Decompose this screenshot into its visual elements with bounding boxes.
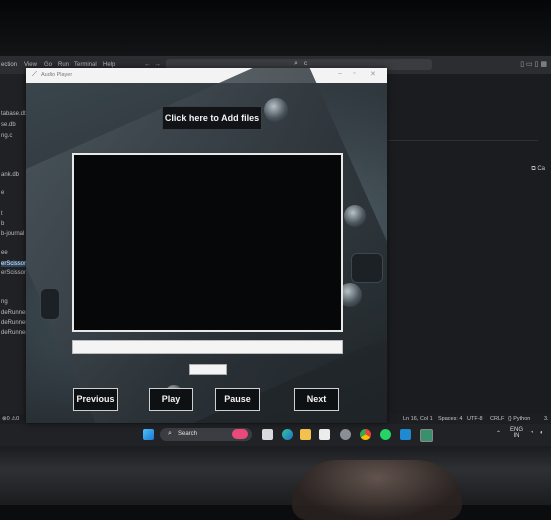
explorer-file[interactable]: ank.db xyxy=(1,172,19,178)
windows-start-icon[interactable] xyxy=(143,429,154,440)
next-button[interactable]: Next xyxy=(294,388,339,411)
explorer-file[interactable]: tabase.db xyxy=(1,111,27,117)
player-background: Click here to Add files Previous Play Pa… xyxy=(26,68,387,423)
background-knob xyxy=(344,205,366,227)
eol-setting[interactable]: CRLF xyxy=(490,416,504,422)
copilot-chat-button[interactable]: ⧉ Ca xyxy=(531,166,545,173)
tray-chevron-icon[interactable]: ⌃ xyxy=(496,430,501,437)
previous-button[interactable]: Previous xyxy=(73,388,118,411)
task-view-icon[interactable] xyxy=(262,429,273,440)
chrome-icon[interactable] xyxy=(360,429,371,440)
explorer-file[interactable]: b xyxy=(1,221,4,227)
edge-icon[interactable] xyxy=(282,429,293,440)
search-icon: ⌕ xyxy=(294,60,298,67)
whatsapp-icon[interactable] xyxy=(380,429,391,440)
wifi-icon[interactable]: ◔ xyxy=(530,430,534,436)
python-app-icon[interactable] xyxy=(420,429,433,442)
hand-in-photo xyxy=(292,460,462,520)
region-code: IN xyxy=(513,433,520,439)
language-indicator[interactable]: ENG IN xyxy=(510,427,523,439)
encoding-setting[interactable]: UTF-8 xyxy=(467,416,483,422)
settings-icon[interactable] xyxy=(340,429,351,440)
problems-count[interactable]: ⊗0 ⚠0 xyxy=(2,416,19,422)
vscode-icon[interactable] xyxy=(400,429,411,440)
app-icon[interactable] xyxy=(319,429,330,440)
progress-bar[interactable] xyxy=(72,340,343,354)
language-mode[interactable]: {} Python xyxy=(508,416,530,422)
windows-taskbar: ⌕ Search ⌃ ENG IN ◔ ◐ xyxy=(0,424,551,446)
forward-arrow-icon[interactable]: → xyxy=(154,61,161,68)
add-files-button[interactable]: Click here to Add files xyxy=(162,106,262,130)
background-knob xyxy=(264,98,288,122)
background-pad xyxy=(351,253,383,283)
explorer-file[interactable]: b-journal xyxy=(1,231,24,237)
indentation-setting[interactable]: Spaces: 4 xyxy=(438,416,462,422)
copilot-label: Ca xyxy=(537,166,545,172)
media-display-area xyxy=(72,153,343,332)
search-highlight-icon xyxy=(232,429,248,439)
menu-selection[interactable]: ection xyxy=(1,62,17,68)
monitor-bezel-top xyxy=(0,0,551,56)
pause-button[interactable]: Pause xyxy=(215,388,260,411)
window-title: Audio Player xyxy=(41,72,73,78)
layout-toggle-icon[interactable]: ▯ ▭ ▯ ▦ xyxy=(520,60,547,68)
close-icon[interactable]: ✕ xyxy=(370,70,376,78)
command-search-text: c xyxy=(304,61,307,67)
search-icon: ⌕ xyxy=(168,430,172,437)
cursor-position[interactable]: Ln 16, Col 1 xyxy=(403,416,433,422)
editor-divider xyxy=(388,140,538,141)
python-version[interactable]: 3. xyxy=(544,416,549,422)
maximize-icon[interactable]: ▫ xyxy=(353,70,355,77)
play-button[interactable]: Play xyxy=(149,388,193,411)
time-display xyxy=(189,364,227,375)
explorer-file[interactable]: ng.c xyxy=(1,133,12,139)
explorer-file[interactable]: se.db xyxy=(1,122,16,128)
back-arrow-icon[interactable]: ← xyxy=(144,61,151,68)
explorer-file[interactable]: t xyxy=(1,211,3,217)
editor-pane: ⧉ Ca xyxy=(388,74,551,424)
window-titlebar: ⟋ Audio Player – ▫ ✕ xyxy=(26,68,387,83)
explorer-file[interactable]: ng xyxy=(1,299,8,305)
tk-feather-icon: ⟋ xyxy=(32,71,37,78)
explorer-file[interactable]: e xyxy=(1,190,4,196)
monitor-bezel-bottom xyxy=(0,446,551,520)
taskbar-search-box[interactable]: ⌕ Search xyxy=(160,428,252,441)
explorer-file[interactable]: ee xyxy=(1,250,8,256)
taskbar-search-label: Search xyxy=(178,431,198,437)
volume-icon[interactable]: ◐ xyxy=(540,430,544,436)
minimize-icon[interactable]: – xyxy=(338,70,342,77)
audio-player-window: ⟋ Audio Player – ▫ ✕ Click here to Add f… xyxy=(26,68,387,423)
background-pad xyxy=(40,288,60,320)
file-explorer-icon[interactable] xyxy=(300,429,311,440)
